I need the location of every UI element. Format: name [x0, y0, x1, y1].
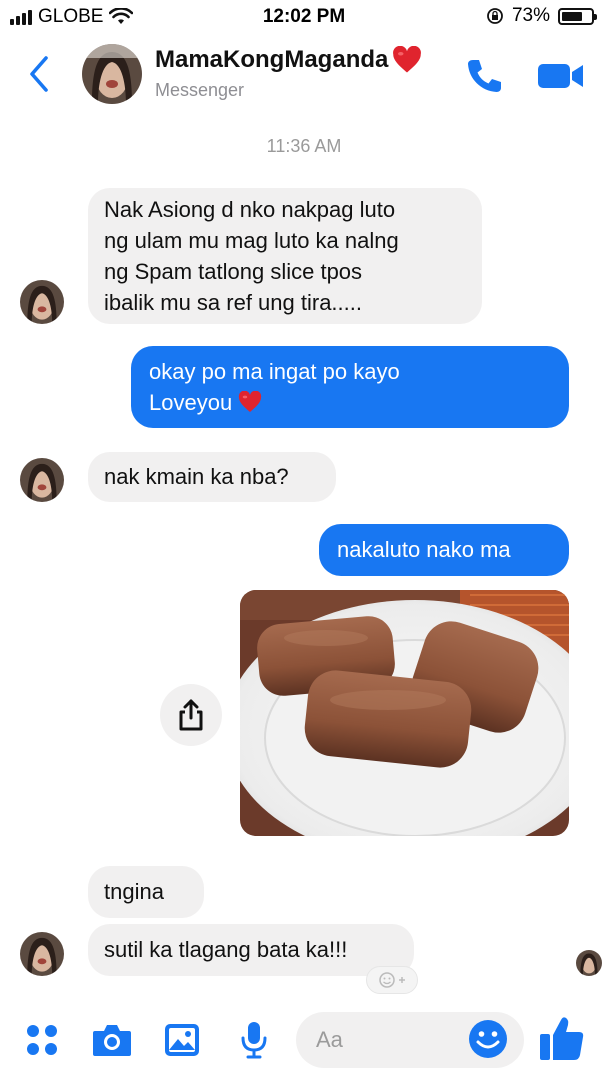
- battery-icon: [558, 7, 597, 25]
- message-line: ibalik mu sa ref ung tira.....: [104, 290, 362, 315]
- contact-avatar-small[interactable]: [20, 932, 64, 976]
- message-line: nakaluto nako ma: [337, 537, 511, 562]
- heart-emoji-icon: [393, 46, 422, 73]
- status-bar: GLOBE 12:02 PM 73%: [0, 0, 608, 34]
- add-reaction-button[interactable]: [366, 966, 418, 994]
- message-composer: [0, 1000, 608, 1080]
- battery-percent: 73%: [511, 5, 550, 26]
- message-line: nak kmain ka nba?: [104, 464, 289, 489]
- conversation-header: MamaKongMaganda Messenger: [0, 34, 608, 122]
- gallery-icon: [165, 1024, 199, 1056]
- message-line: okay po ma ingat po kayo: [149, 359, 400, 384]
- message-line: tngina: [104, 879, 164, 904]
- battery-level: [562, 11, 583, 21]
- message-line: ng Spam tatlong slice tpos: [104, 259, 363, 284]
- message-line: Nak Asiong d nko nakpag luto: [104, 197, 396, 222]
- message-bubble-incoming[interactable]: nak kmain ka nba?: [88, 452, 336, 502]
- thumbs-up-icon[interactable]: [538, 1014, 586, 1062]
- camera-button[interactable]: [90, 1018, 134, 1062]
- add-reaction-icon: [379, 972, 405, 988]
- contact-subtitle: Messenger: [155, 80, 245, 100]
- spam-slices-photo[interactable]: [240, 590, 569, 836]
- message-bubble-incoming[interactable]: sutil ka tlagang bata ka!!!: [88, 924, 414, 976]
- phone-icon[interactable]: [462, 54, 506, 98]
- contact-avatar[interactable]: [82, 44, 142, 104]
- orientation-lock-icon: [487, 8, 503, 24]
- message-line: ng ulam mu mag luto ka nalng: [104, 228, 399, 253]
- share-button[interactable]: [160, 684, 222, 746]
- back-chevron-icon[interactable]: [24, 52, 54, 96]
- heart-emoji-icon: [239, 391, 262, 412]
- message-line: sutil ka tlagang bata ka!!!: [104, 937, 348, 962]
- video-camera-icon[interactable]: [536, 58, 586, 94]
- emoji-smile-icon[interactable]: [466, 1017, 510, 1061]
- share-icon: [179, 699, 203, 731]
- contact-avatar-small[interactable]: [20, 458, 64, 502]
- contact-name[interactable]: MamaKongMaganda: [155, 46, 422, 74]
- message-line-text: Loveyou: [149, 390, 233, 415]
- voice-button[interactable]: [232, 1018, 276, 1062]
- message-timestamp: 11:36 AM: [266, 136, 342, 156]
- apps-grid-button[interactable]: [20, 1018, 64, 1062]
- microphone-icon: [241, 1022, 267, 1059]
- gallery-button[interactable]: [160, 1018, 204, 1062]
- seen-indicator-avatar: [576, 950, 602, 976]
- contact-avatar-small[interactable]: [20, 280, 64, 324]
- message-bubble-incoming[interactable]: Nak Asiong d nko nakpag luto ng ulam mu …: [88, 188, 482, 324]
- message-bubble-outgoing[interactable]: okay po ma ingat po kayo Loveyou: [131, 346, 569, 428]
- apps-grid-icon: [27, 1025, 57, 1055]
- status-right: 73%: [486, 5, 597, 27]
- message-bubble-outgoing[interactable]: nakaluto nako ma: [319, 524, 569, 576]
- message-line: Loveyou: [149, 387, 551, 418]
- contact-name-text: MamaKongMaganda: [155, 46, 389, 73]
- message-bubble-incoming[interactable]: tngina: [88, 866, 204, 918]
- camera-icon: [93, 1025, 131, 1056]
